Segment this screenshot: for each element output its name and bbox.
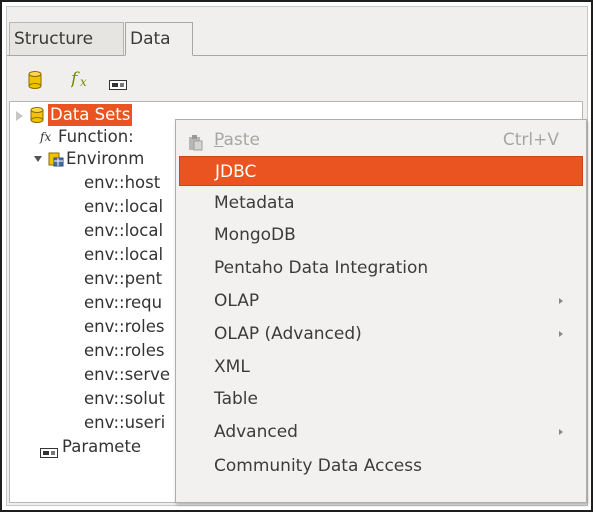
parameter-icon [40,436,62,464]
tree-item-label: env::serve [84,365,171,384]
menu-item-label: Table [214,389,258,409]
tree-item-env[interactable]: env::roles [84,340,164,362]
menu-item-community-data-access[interactable]: Community Data Access [179,451,583,481]
menu-item-label: OLAP (Advanced) [214,324,362,344]
menu-item-xml[interactable]: XML [179,352,583,382]
tab-data[interactable]: Data [125,22,193,56]
tree-item-functions[interactable]: fx Function: [40,126,134,148]
menu-item-olap[interactable]: OLAP [179,286,583,316]
menu-item-label: JDBC [215,162,257,182]
tab-structure[interactable]: Structure [9,22,124,55]
tree-item-parameters[interactable]: Paramete [40,436,141,458]
tree-item-env[interactable]: env::host [84,172,160,194]
tree-item-label: env::roles [84,341,165,360]
menu-item-label: Community Data Access [214,456,422,476]
tab-structure-label: Structure [14,29,94,49]
paste-mnemonic: P [214,130,224,150]
tree-item-label: env::roles [84,317,165,336]
tree-item-env[interactable]: env::local [84,196,163,218]
tree-item-label: env::pent [84,269,163,288]
tree-item-environment[interactable]: Environm [34,148,145,173]
menu-item-jdbc[interactable]: JDBC [179,156,583,186]
tree-item-label: Paramete [62,437,142,456]
tree-item-env[interactable]: env::roles [84,316,164,338]
context-menu: Paste Ctrl+V JDBC Metadata MongoDB Penta… [175,119,587,503]
menu-item-mongodb[interactable]: MongoDB [179,220,583,250]
data-toolbar: f x [7,59,587,99]
tree-item-label: env::local [84,221,164,240]
tab-bar: Structure Data [7,7,587,56]
menu-item-pentaho-data-integration[interactable]: Pentaho Data Integration [179,253,583,283]
menu-item-label: Pentaho Data Integration [214,258,429,278]
tree-item-label: env::local [84,197,164,216]
tree-item-label: Function: [58,127,134,146]
tab-data-label: Data [130,29,171,49]
tree-item-data-sets[interactable]: Data Sets [16,104,133,126]
paste-label: aste [223,130,260,150]
tree-item-env[interactable]: env::pent [84,268,162,290]
tree-item-env[interactable]: env::requ [84,292,162,314]
tree-item-label: env::requ [84,293,163,312]
menu-item-label: XML [214,357,250,377]
menu-item-label: Metadata [214,193,295,213]
tree-item-env[interactable]: env::local [84,244,163,266]
submenu-arrow-icon [559,331,563,337]
menu-item-metadata[interactable]: Metadata [179,188,583,218]
window-frame: Structure Data f x Data Sets fx Function… [0,0,593,512]
function-icon[interactable]: f x [69,69,95,94]
tree-item-env[interactable]: env::local [84,220,163,242]
menu-item-label: MongoDB [214,225,296,245]
tree-item-label: env::solut [84,389,165,408]
menu-item-label: Advanced [214,422,298,442]
tree-item-env[interactable]: env::serve [84,364,170,386]
svg-text:f: f [71,69,80,89]
submenu-arrow-icon [559,298,563,304]
datasource-icon[interactable] [28,71,42,94]
menu-item-olap-advanced[interactable]: OLAP (Advanced) [179,319,583,349]
tree-item-env[interactable]: env::solut [84,388,165,410]
parameter-icon[interactable] [109,75,127,95]
menu-item-advanced[interactable]: Advanced [179,417,583,447]
tree-item-label: env::host [84,173,161,192]
tree-item-label: env::local [84,245,164,264]
tree-item-label: Data Sets [48,104,133,126]
menu-item-label: OLAP [214,291,260,311]
menu-item-paste[interactable]: Paste Ctrl+V [179,125,583,155]
tree-item-label: Environm [66,149,145,168]
expander-collapsed-icon[interactable] [16,111,23,121]
svg-text:x: x [80,75,87,89]
menu-item-table[interactable]: Table [179,384,583,414]
tree-item-label: env::useri [84,413,166,432]
environment-icon [48,148,66,173]
tree-item-env[interactable]: env::useri [84,412,165,434]
function-icon: fx [40,130,52,144]
expander-expanded-icon[interactable] [34,156,42,162]
submenu-arrow-icon [559,429,563,435]
paste-shortcut: Ctrl+V [502,130,559,150]
